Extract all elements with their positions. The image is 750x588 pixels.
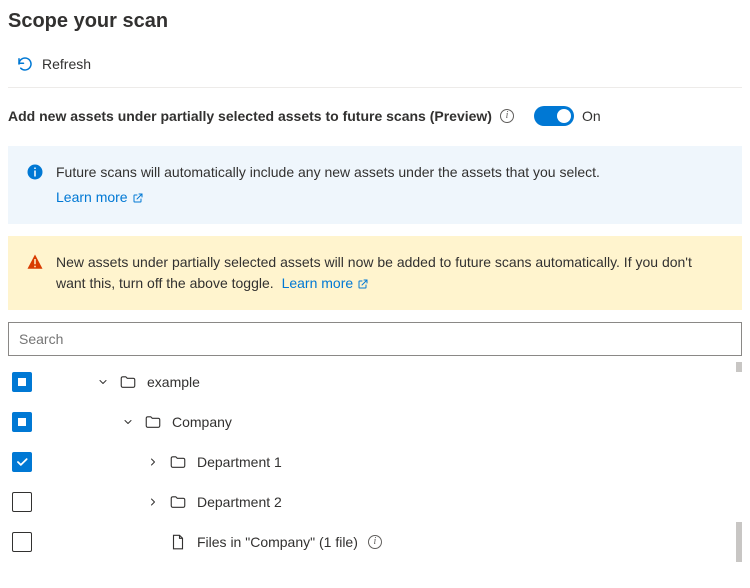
- checkbox-checked[interactable]: [12, 452, 32, 472]
- folder-icon: [169, 493, 187, 511]
- refresh-button[interactable]: Refresh: [8, 51, 99, 77]
- tree-row-company[interactable]: Company: [8, 402, 742, 442]
- info-learn-more-link[interactable]: Learn more: [56, 187, 144, 208]
- node-label: Department 2: [197, 494, 282, 510]
- refresh-icon: [16, 55, 34, 73]
- tree-row-department-2[interactable]: Department 2: [8, 482, 742, 522]
- info-circle-icon: [26, 163, 44, 181]
- toggle-state-label: On: [582, 108, 601, 124]
- chevron-down-icon[interactable]: [97, 376, 109, 388]
- chevron-down-icon[interactable]: [122, 416, 134, 428]
- refresh-label: Refresh: [42, 56, 91, 72]
- info-icon[interactable]: i: [500, 109, 514, 123]
- node-label: Department 1: [197, 454, 282, 470]
- chevron-right-icon[interactable]: [147, 456, 159, 468]
- file-icon: [169, 533, 187, 551]
- external-link-icon: [357, 278, 369, 290]
- folder-icon: [169, 453, 187, 471]
- search-input[interactable]: [8, 322, 742, 356]
- external-link-icon: [132, 192, 144, 204]
- warning-learn-more-link[interactable]: Learn more: [282, 273, 370, 294]
- toggle-switch[interactable]: [534, 106, 574, 126]
- checkbox-unchecked[interactable]: [12, 492, 32, 512]
- folder-icon: [144, 413, 162, 431]
- tree-row-department-1[interactable]: Department 1: [8, 442, 742, 482]
- info-banner-text: Future scans will automatically include …: [56, 164, 600, 180]
- toggle-label: Add new assets under partially selected …: [8, 108, 492, 124]
- info-banner: Future scans will automatically include …: [8, 146, 742, 224]
- tree-row-example[interactable]: example: [8, 362, 742, 402]
- warning-banner-text: New assets under partially selected asse…: [56, 254, 692, 291]
- tree-row-files[interactable]: Files in "Company" (1 file) i: [8, 522, 742, 562]
- scrollbar[interactable]: [736, 522, 742, 562]
- chevron-right-icon[interactable]: [147, 496, 159, 508]
- toolbar: Refresh: [8, 51, 742, 88]
- scroll-indicator: [736, 362, 742, 372]
- asset-tree: example Company Department 1 Department …: [8, 362, 742, 562]
- node-label: example: [147, 374, 200, 390]
- page-title: Scope your scan: [8, 10, 742, 33]
- checkbox-partial[interactable]: [12, 412, 32, 432]
- warning-banner: New assets under partially selected asse…: [8, 236, 742, 310]
- checkbox-unchecked[interactable]: [12, 532, 32, 552]
- node-label: Company: [172, 414, 232, 430]
- info-icon[interactable]: i: [368, 535, 382, 549]
- warning-icon: [26, 253, 44, 271]
- node-label: Files in "Company" (1 file): [197, 534, 358, 550]
- checkbox-partial[interactable]: [12, 372, 32, 392]
- toggle-row: Add new assets under partially selected …: [8, 106, 742, 126]
- folder-icon: [119, 373, 137, 391]
